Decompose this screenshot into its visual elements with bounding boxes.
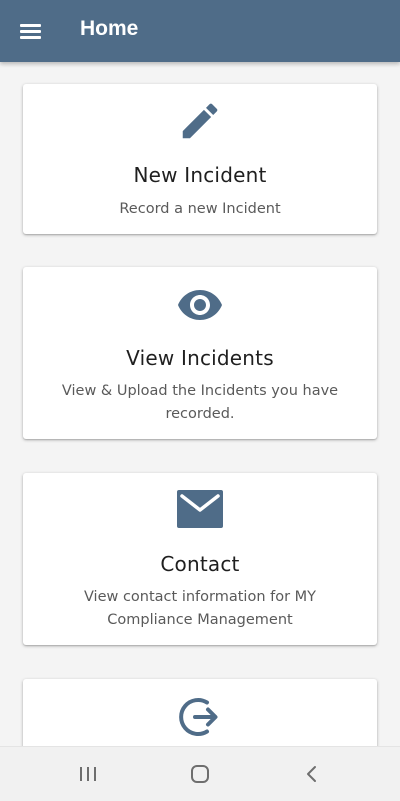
card-title: View Incidents: [126, 346, 274, 370]
home-icon[interactable]: [160, 747, 240, 801]
card-description: Record a new Incident: [119, 201, 281, 217]
card-description: View contact information for MY Complian…: [83, 589, 317, 628]
app-bar: Home: [0, 0, 400, 62]
contact-card[interactable]: Contact View contact information for MY …: [23, 473, 377, 645]
new-incident-card[interactable]: New Incident Record a new Incident: [23, 84, 377, 234]
menu-icon[interactable]: [20, 20, 42, 42]
eye-icon: [23, 281, 377, 325]
page-title: Home: [80, 17, 139, 40]
view-incidents-card[interactable]: View Incidents View & Upload the Inciden…: [23, 267, 377, 439]
card-title: New Incident: [133, 163, 267, 187]
home-content: New Incident Record a new Incident View …: [0, 62, 400, 746]
logout-card[interactable]: [23, 679, 377, 746]
back-icon[interactable]: [272, 747, 352, 801]
recent-apps-icon[interactable]: [48, 747, 128, 801]
envelope-icon: [23, 489, 377, 529]
pencil-icon: [23, 98, 377, 144]
logout-icon: [23, 693, 377, 741]
card-title: Contact: [160, 552, 240, 576]
card-description: View & Upload the Incidents you have rec…: [61, 383, 339, 422]
system-navigation-bar: [0, 746, 400, 801]
